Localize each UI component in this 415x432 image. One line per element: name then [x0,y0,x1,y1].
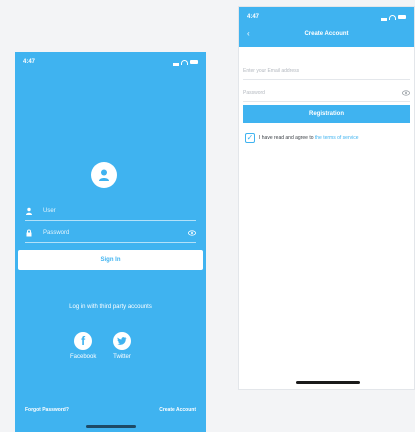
password-field[interactable]: Password [243,85,410,102]
battery-icon [190,60,198,64]
wifi-icon [181,59,188,65]
agree-checkbox[interactable]: ✓ [245,133,255,143]
battery-icon [398,15,406,19]
password-placeholder: Password [43,230,70,236]
sign-in-button[interactable]: Sign In [18,250,203,270]
login-screen: 4:47 User Password Sign In Log in with t… [15,52,206,432]
forgot-password-link[interactable]: Forgot Password? [25,407,69,413]
eye-icon[interactable] [402,90,410,96]
signal-icon [381,14,387,21]
password-field[interactable]: Password [25,224,196,243]
username-field[interactable]: User [25,202,196,221]
status-time: 4:47 [23,59,36,65]
facebook-login[interactable]: f Facebook [70,332,96,360]
status-bar: 4:47 [15,52,206,72]
signal-icon [173,59,179,66]
agree-text: I have read and agree to the terms of se… [259,135,359,141]
avatar-icon [91,162,117,188]
nav-bar: 4:47 ‹ Create Account [239,7,414,47]
lock-icon [25,229,33,237]
third-party-label: Log in with third party accounts [69,304,152,310]
username-placeholder: User [43,208,56,214]
email-placeholder: Enter your Email address [243,68,300,74]
email-field[interactable]: Enter your Email address [243,63,410,80]
create-account-link[interactable]: Create Account [159,407,196,413]
eye-icon[interactable] [188,230,196,236]
terms-agreement: ✓ I have read and agree to the terms of … [245,133,410,143]
status-time: 4:47 [247,14,260,20]
wifi-icon [389,14,396,20]
login-footer: Forgot Password? Create Account [25,407,196,413]
status-bar: 4:47 [239,7,414,27]
registration-button[interactable]: Registration [243,105,410,123]
terms-of-service-link[interactable]: the terms of service [315,135,359,141]
facebook-label: Facebook [70,354,97,360]
twitter-label: Twitter [113,354,131,360]
create-account-screen: 4:47 ‹ Create Account Enter your Email a… [238,6,415,390]
page-title: Create Account [304,31,349,37]
user-icon [25,207,33,215]
facebook-icon[interactable]: f [74,332,93,350]
password-placeholder: Password [243,90,265,96]
twitter-login[interactable]: Twitter [113,332,131,360]
home-indicator[interactable] [86,425,136,428]
home-indicator[interactable] [296,381,360,384]
twitter-icon[interactable] [113,332,131,350]
user-silhouette-icon [99,169,109,181]
